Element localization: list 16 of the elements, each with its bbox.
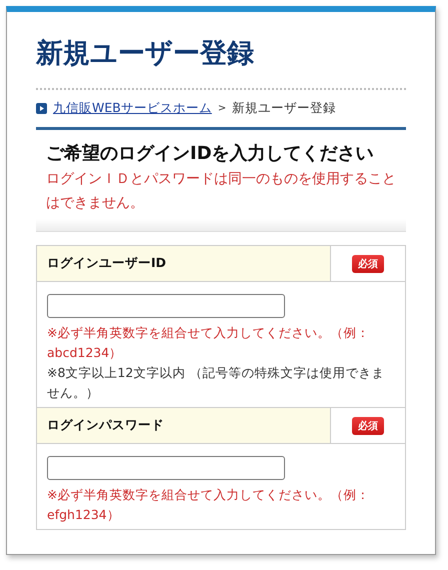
breadcrumb-link[interactable]: 九信販WEBサービスホーム	[53, 100, 212, 118]
hint-text: ※必ず半角英数字を組合せて入力してください。（例：efgh1234）	[47, 486, 370, 524]
required-badge: 必須	[352, 254, 384, 273]
hint-text: ※8文字以上12文字以内 （記号等の特殊文字は使用できません。）	[47, 364, 386, 402]
input-field[interactable]	[47, 294, 285, 318]
hint-text: ※必ず半角英数字を組合せて入力してください。（例：abcd1234）	[47, 324, 370, 362]
input-field[interactable]	[47, 456, 285, 480]
breadcrumb-current: 新規ユーザー登録	[232, 100, 336, 118]
required-badge: 必須	[352, 416, 384, 435]
warning-text: ログインＩＤとパスワードは同一のものを使用することはできません。	[46, 170, 397, 213]
section-heading: ご希望のログインIDを入力してください	[46, 142, 375, 166]
bullet-icon	[36, 103, 47, 114]
field-label: ログインユーザーID	[37, 246, 331, 282]
breadcrumb-separator: >	[218, 103, 226, 114]
page-title: 新規ユーザー登録	[36, 38, 406, 90]
field-label: ログインパスワード	[37, 408, 331, 444]
